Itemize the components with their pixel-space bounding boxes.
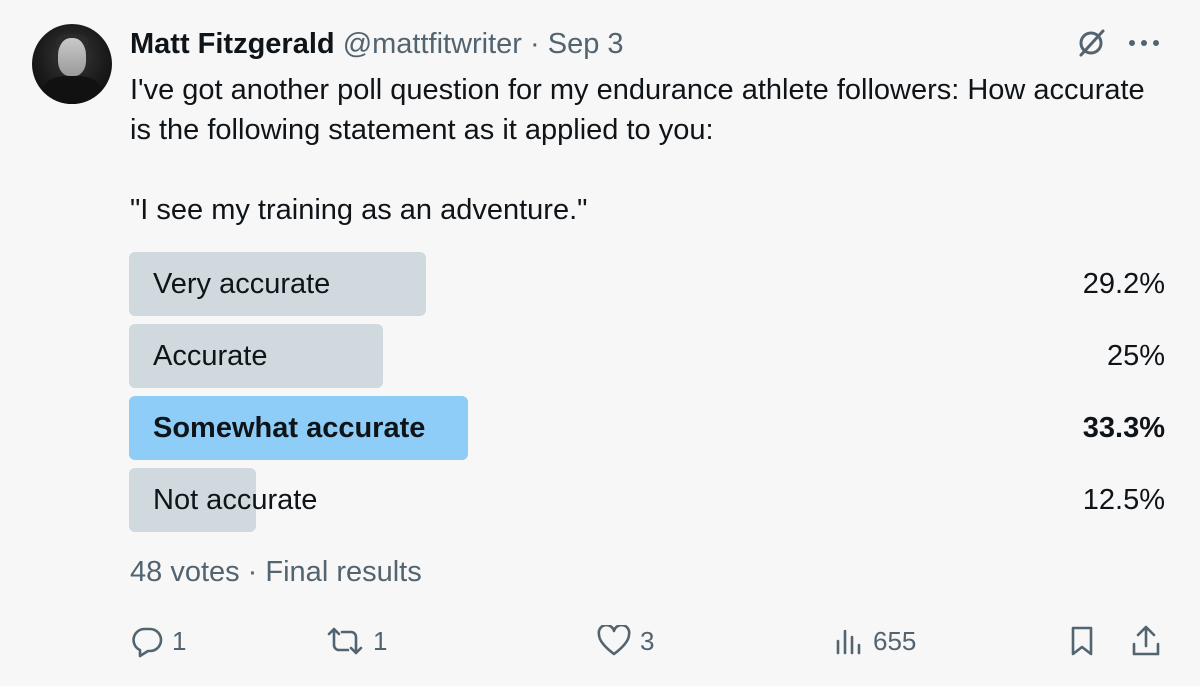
- poll-option-label: Very accurate: [153, 267, 331, 300]
- views-count: 655: [873, 625, 917, 656]
- repost-icon: [325, 624, 365, 658]
- poll-option: Accurate 25%: [129, 324, 1165, 388]
- poll-option-label: Not accurate: [153, 483, 318, 516]
- tweet-date[interactable]: Sep 3: [548, 28, 624, 60]
- header-separator: ·: [521, 28, 548, 60]
- poll-footer: 48 votes · Final results: [130, 556, 422, 588]
- share-icon: [1130, 624, 1162, 658]
- author-handle[interactable]: @mattfitwriter: [343, 28, 522, 60]
- poll-option: Very accurate 29.2%: [129, 252, 1165, 316]
- reply-count: 1: [172, 625, 187, 656]
- share-button[interactable]: [1130, 616, 1162, 666]
- more-icon[interactable]: [1128, 38, 1160, 48]
- author-name[interactable]: Matt Fitzgerald: [130, 28, 335, 60]
- poll: Very accurate 29.2% Accurate 25% Somewha…: [129, 252, 1165, 540]
- heart-icon: [596, 625, 632, 657]
- bookmark-button[interactable]: [1068, 616, 1096, 666]
- poll-option-label: Accurate: [153, 339, 268, 372]
- views-icon: [833, 625, 865, 657]
- poll-option-percent: 33.3%: [1082, 412, 1165, 444]
- reply-icon: [130, 624, 164, 658]
- poll-option-label: Somewhat accurate: [153, 411, 426, 444]
- views-button[interactable]: 655: [833, 616, 916, 666]
- repost-button[interactable]: 1: [325, 616, 387, 666]
- repost-count: 1: [373, 625, 388, 656]
- poll-option-percent: 25%: [1106, 340, 1165, 372]
- avatar-body: [42, 76, 102, 104]
- like-button[interactable]: 3: [596, 616, 654, 666]
- reply-button[interactable]: 1: [130, 616, 186, 666]
- bookmark-icon: [1068, 624, 1096, 658]
- grok-icon[interactable]: [1076, 28, 1106, 58]
- avatar-face: [58, 38, 86, 76]
- avatar[interactable]: [32, 24, 112, 104]
- tweet-text: I've got another poll question for my en…: [130, 74, 1145, 226]
- like-count: 3: [640, 625, 655, 656]
- poll-option: Somewhat accurate 33.3%: [129, 396, 1165, 460]
- poll-option-percent: 12.5%: [1082, 484, 1165, 516]
- poll-option: Not accurate 12.5%: [129, 468, 1165, 532]
- poll-option-percent: 29.2%: [1082, 268, 1165, 300]
- tweet-header: Matt Fitzgerald @mattfitwriter · Sep 3: [130, 26, 624, 62]
- action-bar: 1 1 3 655: [130, 616, 1165, 666]
- top-icons: [1076, 28, 1160, 58]
